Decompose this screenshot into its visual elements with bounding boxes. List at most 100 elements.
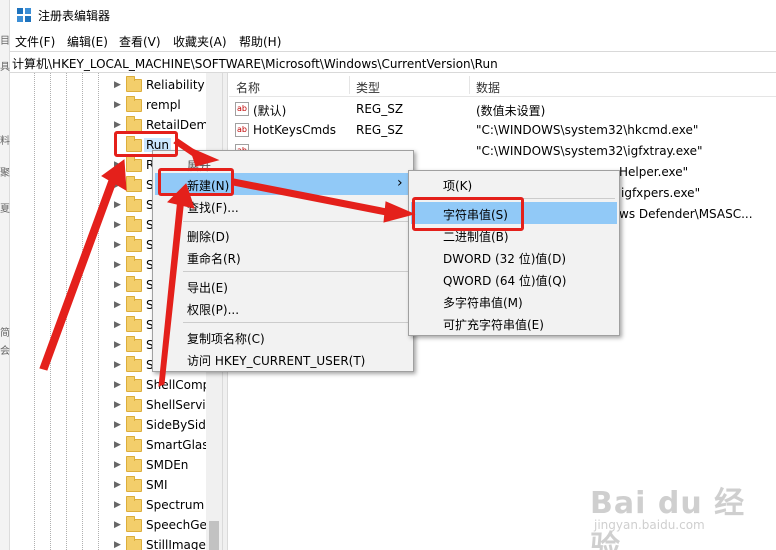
watermark-logo-text: Bai du 经验 bbox=[590, 486, 746, 550]
folder-icon bbox=[126, 176, 142, 192]
folder-icon bbox=[126, 476, 142, 492]
chevron-right-icon[interactable]: ▶ bbox=[114, 460, 121, 470]
folder-icon bbox=[126, 316, 142, 332]
folder-icon bbox=[126, 256, 142, 272]
submenu-item-dword-value[interactable]: DWORD (32 位)值(D) bbox=[409, 246, 619, 268]
registry-editor-icon bbox=[17, 8, 31, 22]
string-value-icon: ab bbox=[235, 123, 249, 137]
folder-icon bbox=[126, 396, 142, 412]
folder-icon bbox=[126, 236, 142, 252]
folder-icon bbox=[126, 456, 142, 472]
folder-icon bbox=[126, 76, 142, 92]
chevron-right-icon[interactable]: ▶ bbox=[114, 540, 121, 550]
tree-guide-line bbox=[34, 73, 35, 550]
folder-icon bbox=[126, 496, 142, 512]
chevron-right-icon[interactable]: ▶ bbox=[114, 360, 121, 370]
submenu-item-key[interactable]: 项(K) bbox=[409, 173, 619, 195]
folder-icon bbox=[126, 356, 142, 372]
menu-view[interactable]: 查看(V) bbox=[116, 32, 164, 51]
registry-path: 计算机\HKEY_LOCAL_MACHINE\SOFTWARE\Microsof… bbox=[12, 57, 498, 71]
chevron-right-icon[interactable]: ▶ bbox=[114, 280, 121, 290]
menu-item-goto-hkcu[interactable]: 访问 HKEY_CURRENT_USER(T) bbox=[153, 348, 413, 370]
annotation-box-string-value bbox=[412, 197, 524, 231]
column-header-name[interactable]: 名称 bbox=[236, 79, 260, 96]
chevron-right-icon[interactable]: ▶ bbox=[114, 260, 121, 270]
background-char: 简 bbox=[0, 328, 10, 339]
folder-icon bbox=[126, 416, 142, 432]
menu-item-find[interactable]: 查找(F)... bbox=[153, 195, 413, 217]
submenu-item-qword-value[interactable]: QWORD (64 位)值(Q) bbox=[409, 268, 619, 290]
background-char: 料 bbox=[0, 136, 10, 147]
value-row[interactable]: ab (默认) REG_SZ (数值未设置) bbox=[229, 99, 776, 120]
background-char: 会 bbox=[0, 346, 10, 357]
folder-icon bbox=[126, 196, 142, 212]
menu-edit[interactable]: 编辑(E) bbox=[64, 32, 111, 51]
folder-icon bbox=[126, 376, 142, 392]
chevron-right-icon[interactable]: ▶ bbox=[114, 300, 121, 310]
submenu-item-multi-string-value[interactable]: 多字符串值(M) bbox=[409, 290, 619, 312]
folder-icon bbox=[126, 216, 142, 232]
column-separator[interactable] bbox=[469, 76, 470, 94]
chevron-right-icon[interactable]: ▶ bbox=[114, 160, 121, 170]
chevron-right-icon[interactable]: ▶ bbox=[114, 440, 121, 450]
menu-item-rename[interactable]: 重命名(R) bbox=[153, 246, 413, 268]
folder-icon bbox=[126, 516, 142, 532]
chevron-right-icon[interactable]: ▶ bbox=[114, 180, 121, 190]
chevron-right-icon: › bbox=[397, 175, 403, 191]
baidu-jingyan-watermark: Bai du 经验 jingyan.baidu.com bbox=[590, 470, 770, 550]
folder-icon bbox=[126, 436, 142, 452]
menu-separator bbox=[183, 271, 409, 272]
background-char: 聚 bbox=[0, 168, 10, 179]
tree-guide-line bbox=[82, 73, 83, 550]
background-char: 具 bbox=[0, 62, 10, 73]
chevron-right-icon[interactable]: ▶ bbox=[114, 480, 121, 490]
menu-help[interactable]: 帮助(H) bbox=[236, 32, 284, 51]
column-header-type[interactable]: 类型 bbox=[356, 79, 380, 96]
chevron-right-icon[interactable]: ▶ bbox=[114, 100, 121, 110]
menu-item-permissions[interactable]: 权限(P)... bbox=[153, 297, 413, 319]
chevron-right-icon[interactable]: ▶ bbox=[114, 200, 121, 210]
chevron-right-icon[interactable]: ▶ bbox=[114, 220, 121, 230]
chevron-right-icon[interactable]: ▶ bbox=[114, 380, 121, 390]
watermark-url: jingyan.baidu.com bbox=[594, 518, 705, 532]
chevron-right-icon[interactable]: ▶ bbox=[114, 400, 121, 410]
menu-favorites[interactable]: 收藏夹(A) bbox=[170, 32, 230, 51]
background-char: 目 bbox=[0, 36, 10, 47]
chevron-right-icon[interactable]: ▶ bbox=[114, 80, 121, 90]
values-list-header: 名称 类型 数据 bbox=[229, 73, 776, 97]
chevron-right-icon[interactable]: ▶ bbox=[114, 120, 121, 130]
window-title: 注册表编辑器 bbox=[38, 9, 111, 23]
menu-bar: 文件(F) 编辑(E) 查看(V) 收藏夹(A) 帮助(H) bbox=[10, 30, 776, 51]
background-window-strip: 目 具 料 聚 夏 简 会 bbox=[0, 0, 10, 550]
chevron-right-icon[interactable]: ▶ bbox=[114, 420, 121, 430]
folder-icon bbox=[126, 156, 142, 172]
menu-separator bbox=[183, 322, 409, 323]
menu-item-export[interactable]: 导出(E) bbox=[153, 275, 413, 297]
scrollbar-thumb[interactable] bbox=[209, 521, 219, 550]
tree-guide-line bbox=[50, 73, 51, 550]
chevron-right-icon[interactable]: ▶ bbox=[114, 240, 121, 250]
column-header-data[interactable]: 数据 bbox=[476, 79, 500, 96]
string-value-icon: ab bbox=[235, 102, 249, 116]
address-bar[interactable]: 计算机\HKEY_LOCAL_MACHINE\SOFTWARE\Microsof… bbox=[10, 51, 776, 73]
chevron-right-icon[interactable]: ▶ bbox=[114, 500, 121, 510]
menu-file[interactable]: 文件(F) bbox=[12, 32, 58, 51]
background-char: 夏 bbox=[0, 204, 10, 215]
chevron-right-icon[interactable]: ▶ bbox=[114, 520, 121, 530]
submenu-item-expandable-string-value[interactable]: 可扩充字符串值(E) bbox=[409, 312, 619, 334]
chevron-right-icon[interactable]: ▶ bbox=[114, 340, 121, 350]
annotation-box-new bbox=[158, 168, 234, 196]
title-bar: 注册表编辑器 bbox=[10, 0, 776, 30]
new-submenu: 项(K) 字符串值(S) 二进制值(B) DWORD (32 位)值(D) QW… bbox=[408, 170, 620, 336]
annotation-box-run bbox=[114, 131, 178, 157]
folder-icon bbox=[126, 336, 142, 352]
chevron-right-icon[interactable]: ▶ bbox=[114, 320, 121, 330]
menu-separator bbox=[183, 221, 409, 222]
value-row[interactable]: ab HotKeysCmds REG_SZ "C:\WINDOWS\system… bbox=[229, 120, 776, 141]
tree-guide-line bbox=[66, 73, 67, 550]
menu-item-delete[interactable]: 删除(D) bbox=[153, 224, 413, 246]
folder-icon bbox=[126, 276, 142, 292]
menu-item-copy-key-name[interactable]: 复制项名称(C) bbox=[153, 326, 413, 348]
column-separator[interactable] bbox=[349, 76, 350, 94]
folder-icon bbox=[126, 536, 142, 550]
